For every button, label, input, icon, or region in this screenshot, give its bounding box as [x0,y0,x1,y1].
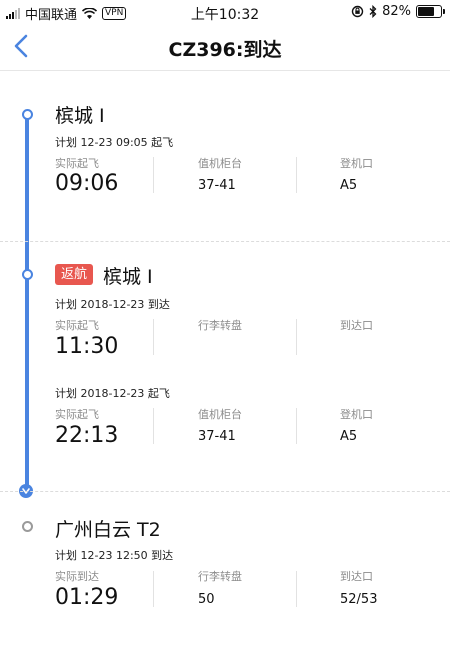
return-badge: 返航 [55,264,94,285]
leg-return-departure-plan: 计划 2018-12-23 起飞 [55,387,170,400]
section-divider [0,241,450,242]
arrival-exit-value: 52/53 [340,592,378,607]
column-divider [153,571,154,607]
status-bar: 中国联通 VPN 上午10:32 82% [0,0,450,24]
column-divider [296,571,297,607]
battery-icon [416,5,445,18]
leg-origin-city: 槟城 I [55,105,105,127]
checkin-counter-label: 值机柜台 [198,157,242,170]
column-divider [296,319,297,355]
actual-departure-label: 实际起飞 [55,157,99,170]
timeline-node-origin [22,109,33,120]
checkin-counter-label: 值机柜台 [198,408,242,421]
leg-destination-city: 广州白云 T2 [55,519,161,541]
battery-percent: 82% [382,4,411,19]
actual-departure-label: 实际起飞 [55,408,99,421]
gate-value: A5 [340,429,358,444]
leg-origin-plan: 计划 12-23 09:05 起飞 [55,136,174,149]
baggage-carousel-value: 50 [198,592,215,607]
rotation-lock-icon [351,5,364,18]
leg-return-city: 槟城 I [103,266,153,288]
actual-arrival-label: 实际到达 [55,570,99,583]
timeline-node-destination [22,521,33,532]
gate-label: 登机口 [340,157,373,170]
checkin-counter-value: 37-41 [198,178,236,193]
column-divider [153,319,154,355]
timeline-line [25,115,29,489]
checkin-counter-value: 37-41 [198,429,236,444]
page-title: CZ396:到达 [168,39,282,61]
baggage-carousel-label: 行李转盘 [198,319,242,332]
actual-departure-time: 09:06 [55,171,119,196]
actual-departure-time: 22:13 [55,423,119,448]
leg-destination-plan: 计划 12-23 12:50 到达 [55,549,174,562]
column-divider [296,157,297,193]
bluetooth-icon [369,5,377,18]
arrival-exit-label: 到达口 [340,319,373,332]
arrival-exit-label: 到达口 [340,570,373,583]
leg-return-arrival-plan: 计划 2018-12-23 到达 [55,298,170,311]
section-divider [0,491,450,492]
actual-departure-label: 实际起飞 [55,319,99,332]
gate-value: A5 [340,178,358,193]
status-right: 82% [351,4,445,19]
column-divider [153,157,154,193]
battery-fill [418,7,434,16]
actual-arrival-time: 11:30 [55,334,119,359]
gate-label: 登机口 [340,408,373,421]
nav-bar: CZ396:到达 [0,24,450,71]
actual-arrival-time: 01:29 [55,585,119,610]
baggage-carousel-label: 行李转盘 [198,570,242,583]
column-divider [153,408,154,444]
timeline-node-return [22,269,33,280]
column-divider [296,408,297,444]
